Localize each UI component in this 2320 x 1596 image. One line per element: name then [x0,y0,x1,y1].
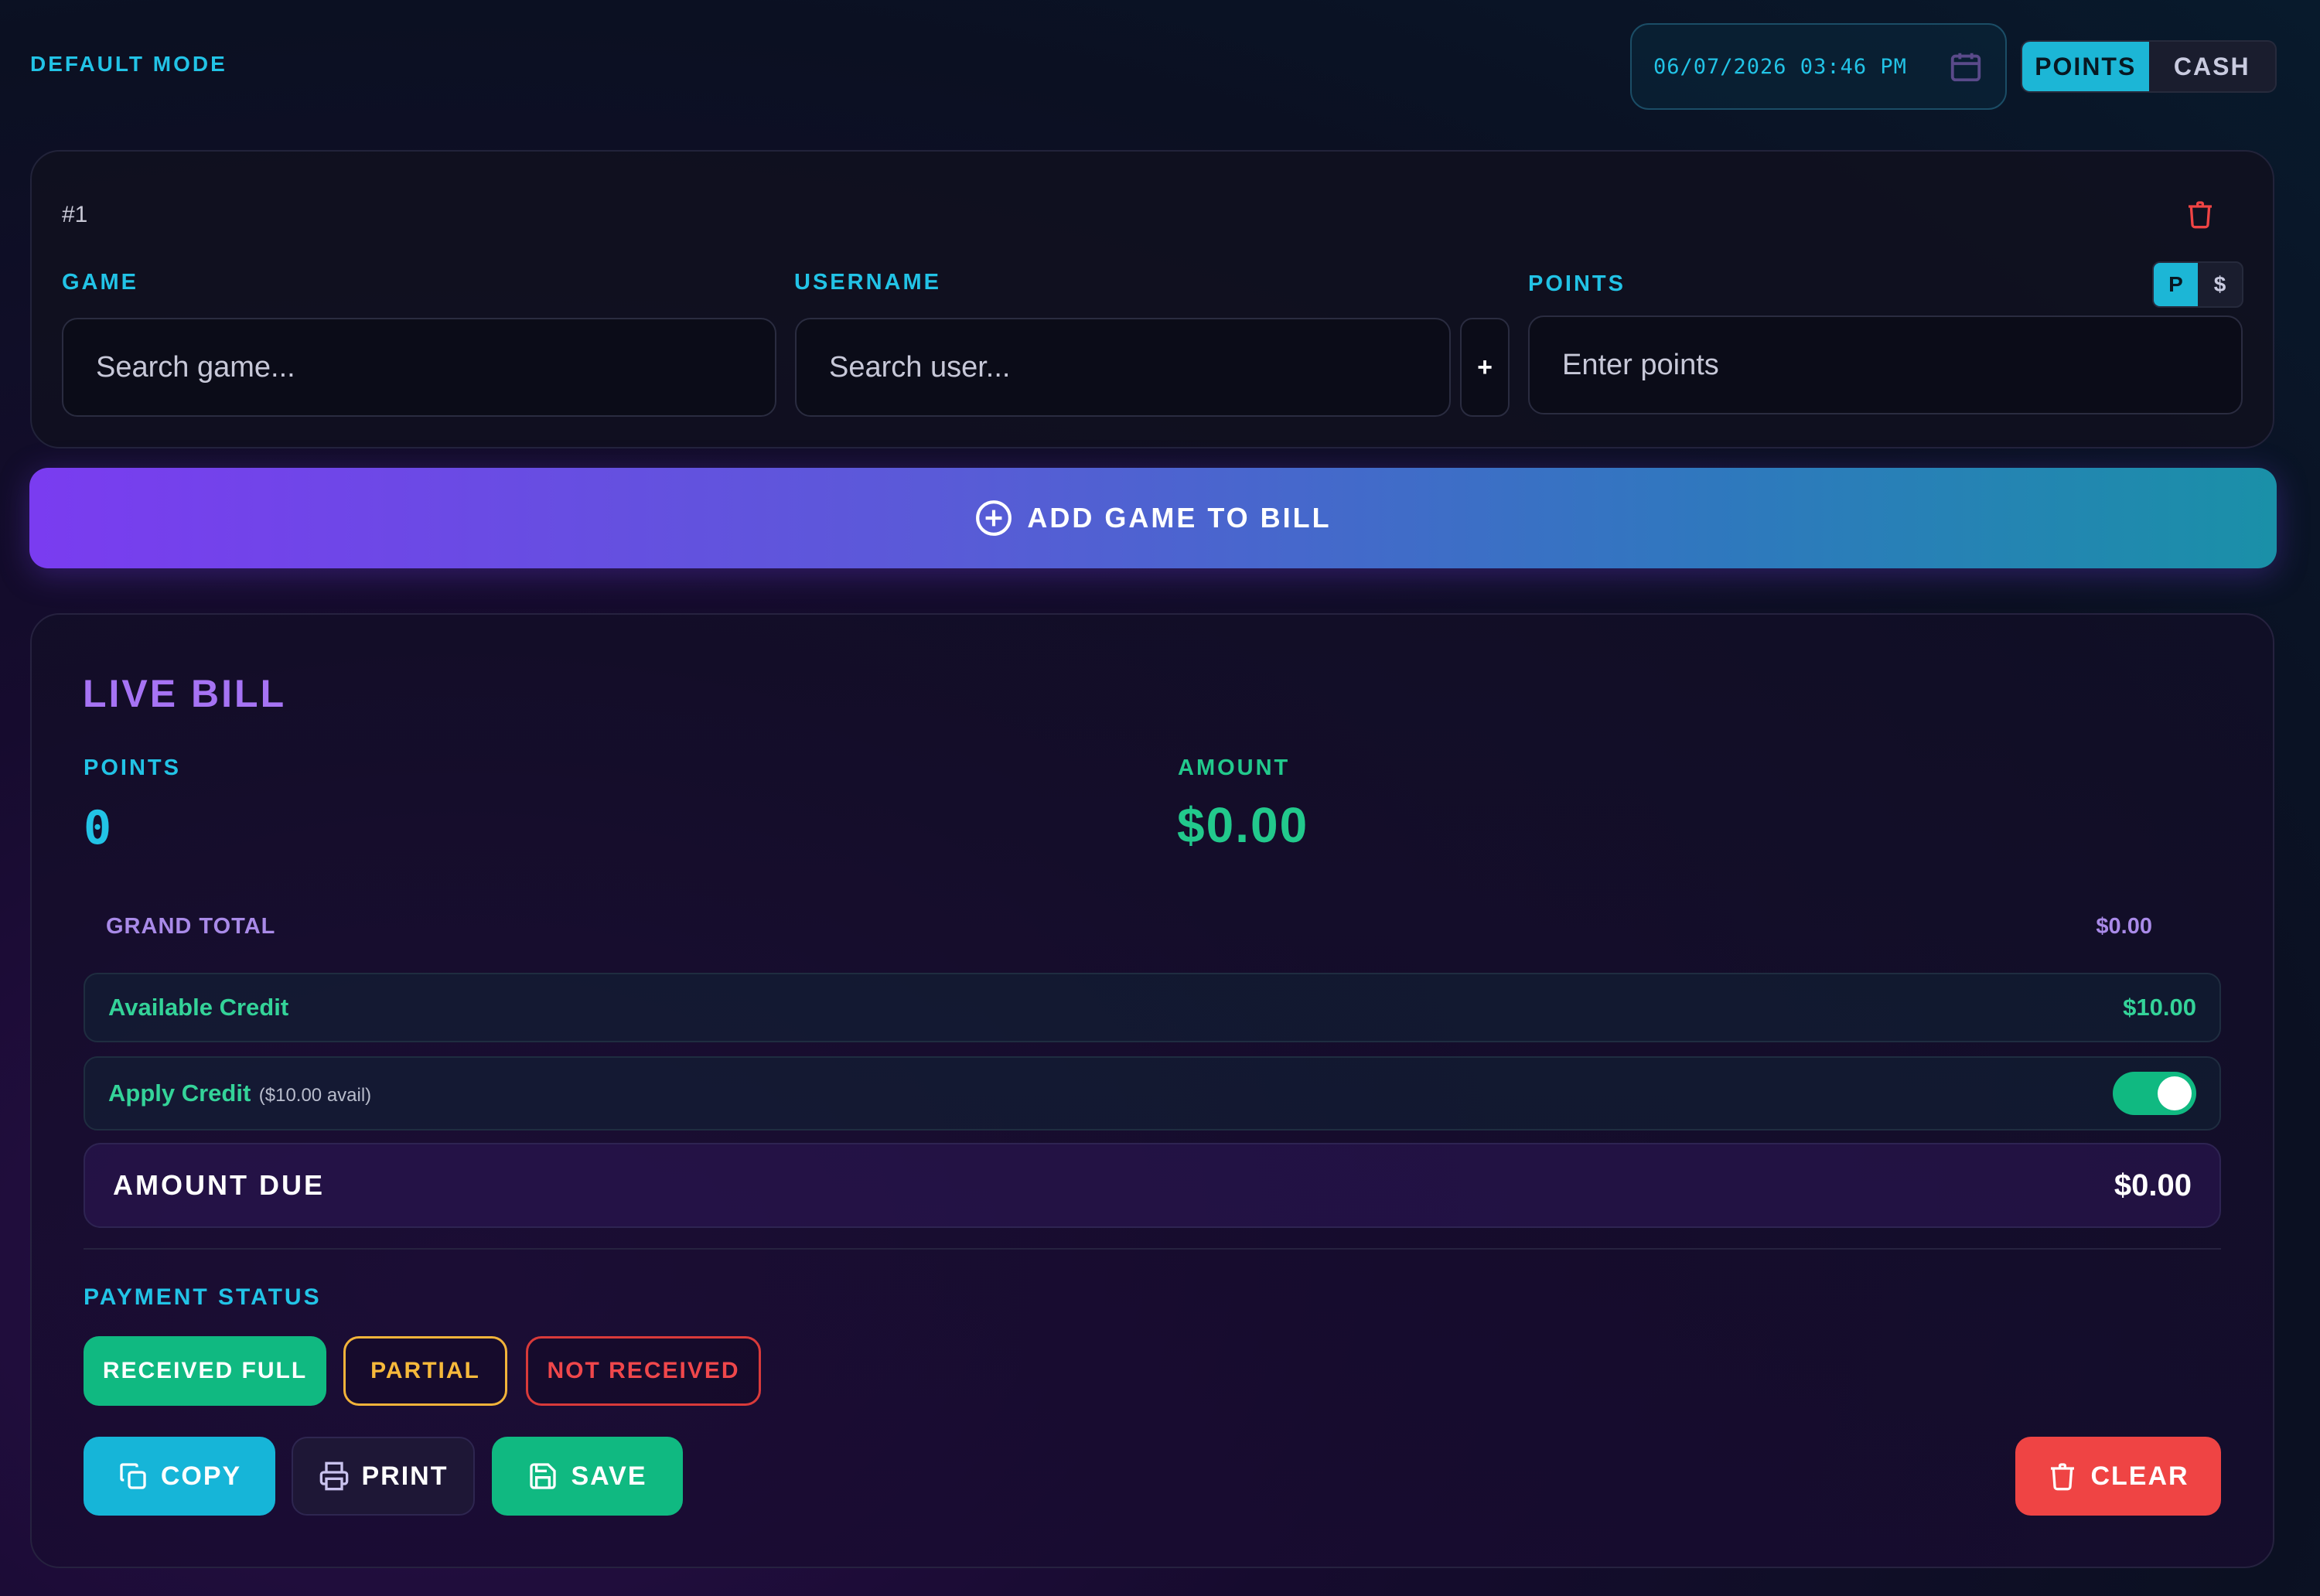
copy-label: COPY [160,1461,242,1491]
game-label: GAME [62,270,138,295]
game-search-input[interactable]: Search game... [62,318,776,417]
payment-status-title: PAYMENT STATUS [84,1284,322,1310]
partial-button[interactable]: PARTIAL [343,1336,507,1406]
unit-dollar-button[interactable]: $ [2198,263,2242,306]
toggle-knob [2158,1076,2192,1110]
add-game-to-bill-button[interactable]: ADD GAME TO BILL [29,468,2277,568]
mode-label: DEFAULT MODE [30,52,227,76]
live-bill-title: LIVE BILL [83,672,287,715]
copy-button[interactable]: COPY [84,1437,275,1516]
available-credit-value: $10.00 [2123,994,2196,1021]
cash-mode-button[interactable]: CASH [2149,42,2276,91]
points-mode-button[interactable]: POINTS [2022,42,2149,91]
printer-icon [319,1461,348,1491]
bill-amount-value: $0.00 [1177,797,1309,853]
grand-total-label: GRAND TOTAL [106,914,276,939]
save-label: SAVE [571,1461,647,1491]
user-search-input[interactable]: Search user... [795,318,1451,417]
trash-icon [2051,1463,2075,1491]
apply-credit-row: Apply Credit ($10.00 avail) [84,1056,2221,1130]
username-label: USERNAME [794,270,941,295]
add-game-label: ADD GAME TO BILL [1027,502,1332,534]
calendar-icon[interactable] [1948,49,1984,84]
apply-credit-toggle[interactable] [2113,1072,2196,1115]
mode-toggle: POINTS CASH [2021,40,2277,93]
bill-points-label: POINTS [84,755,181,780]
save-icon [530,1463,557,1489]
not-received-button[interactable]: NOT RECEIVED [526,1336,761,1406]
bill-amount-label: AMOUNT [1178,755,1291,780]
print-label: PRINT [361,1461,449,1491]
received-full-button[interactable]: RECEIVED FULL [84,1336,326,1406]
datetime-value: 06/07/2026 03:46 PM [1653,54,1907,79]
points-label: POINTS [1528,271,1626,296]
divider [84,1248,2221,1250]
apply-credit-available: ($10.00 avail) [258,1085,372,1106]
clear-label: CLEAR [2090,1461,2189,1491]
available-credit-label: Available Credit [108,994,289,1021]
grand-total-value: $0.00 [2096,914,2152,939]
amount-due-row: AMOUNT DUE $0.00 [84,1143,2221,1228]
amount-due-value: $0.00 [2114,1168,2192,1202]
bill-points-value: 0 [84,801,112,855]
available-credit-row: Available Credit $10.00 [84,973,2221,1042]
apply-credit-label: Apply Credit [108,1079,251,1107]
save-button[interactable]: SAVE [492,1437,683,1516]
plus-circle-icon [976,500,1012,536]
clear-button[interactable]: CLEAR [2015,1437,2221,1516]
trash-icon[interactable] [2185,197,2216,231]
print-button[interactable]: PRINT [292,1437,475,1516]
datetime-picker[interactable]: 06/07/2026 03:46 PM [1630,23,2007,110]
points-input[interactable]: Enter points [1528,315,2243,414]
game-entry-number: #1 [62,202,88,227]
add-user-button[interactable]: + [1460,318,1510,417]
unit-points-button[interactable]: P [2154,263,2198,306]
amount-due-label: AMOUNT DUE [113,1169,325,1201]
unit-toggle: P $ [2152,261,2243,308]
copy-icon [120,1463,146,1489]
